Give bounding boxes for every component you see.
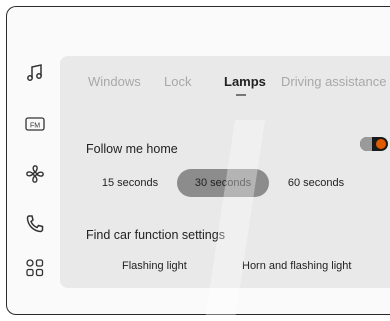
option-horn-and-flashing-light[interactable]: Horn and flashing light (242, 260, 351, 272)
option-15-seconds[interactable]: 15 seconds (90, 169, 170, 197)
option-flashing-light[interactable]: Flashing light (122, 260, 187, 272)
option-60-seconds[interactable]: 60 seconds (276, 169, 356, 197)
toggle-track-off (360, 137, 372, 151)
follow-me-home-toggle[interactable] (360, 137, 388, 151)
fm-radio-icon[interactable]: FM (24, 113, 46, 135)
follow-me-home-label: Follow me home (86, 142, 178, 156)
toggle-knob (376, 139, 386, 149)
option-30-seconds[interactable]: 30 seconds (177, 169, 269, 197)
tab-lamps[interactable]: Lamps (224, 74, 266, 89)
music-note-icon[interactable] (24, 62, 46, 84)
phone-icon[interactable] (24, 213, 46, 235)
tab-driving-assistance[interactable]: Driving assistance (281, 74, 387, 89)
tab-lock[interactable]: Lock (164, 74, 191, 89)
apps-grid-icon[interactable] (24, 257, 46, 279)
active-tab-indicator (236, 94, 246, 96)
svg-text:FM: FM (30, 123, 40, 130)
find-car-label: Find car function settings (86, 228, 225, 242)
settings-panel: Windows Lock Lamps Driving assistance Fo… (60, 56, 390, 288)
tab-windows[interactable]: Windows (88, 74, 141, 89)
fan-icon[interactable] (24, 163, 46, 185)
